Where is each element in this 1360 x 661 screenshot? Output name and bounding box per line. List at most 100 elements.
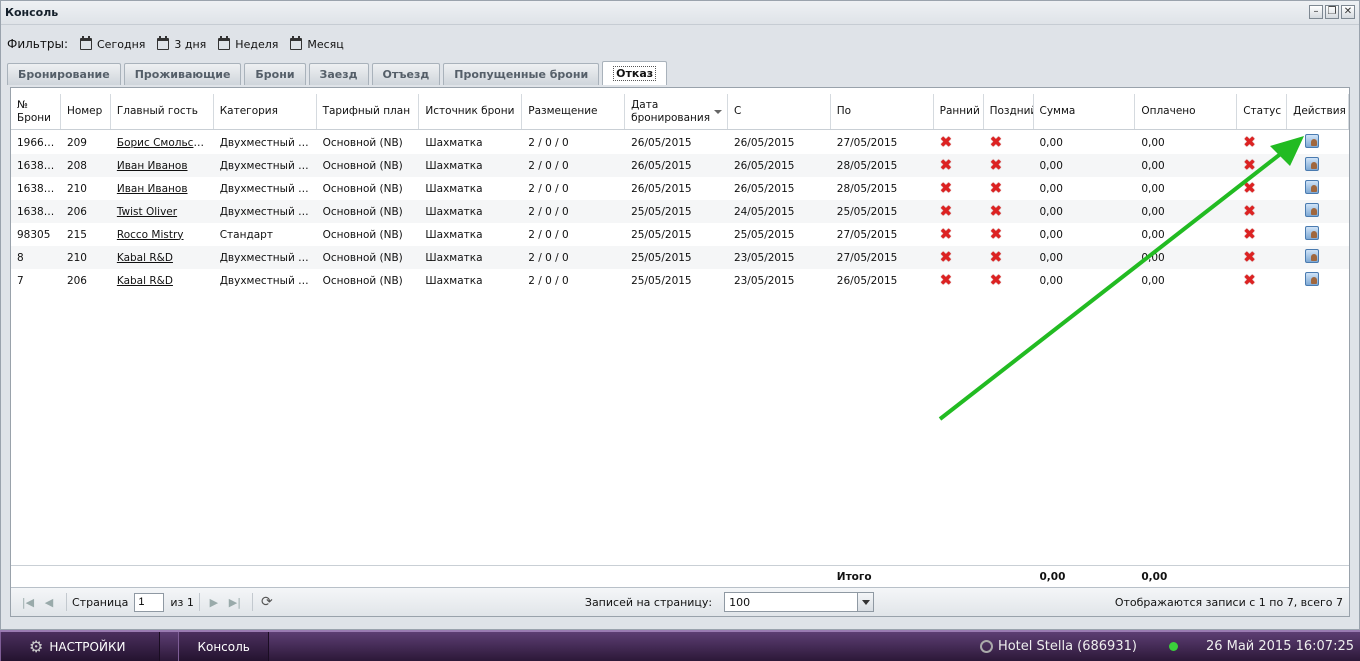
column-header[interactable]: Сумма — [1034, 94, 1136, 129]
per-page-select[interactable]: 100 — [724, 592, 875, 612]
table-row[interactable]: 196609 209 Борис Смольский Двухместный н...… — [11, 131, 1349, 154]
cell-guest: Kabal R&D — [111, 252, 214, 264]
column-header[interactable]: Дата бронирования — [625, 94, 728, 129]
column-header[interactable]: Размещение — [522, 94, 626, 129]
cell-category: Двухместный н... — [219, 182, 316, 195]
column-header[interactable]: Действия — [1287, 94, 1350, 129]
first-page-icon[interactable]: |◀ — [19, 593, 37, 611]
cell-room: 210 — [66, 182, 87, 195]
cell-placement: 2 / 0 / 0 — [528, 136, 569, 149]
settings-button[interactable]: ⚙ НАСТРОЙКИ — [0, 632, 161, 661]
cell-early: ✖ — [934, 250, 984, 265]
cell-booked: 25/05/2015 — [631, 205, 692, 218]
cell-id: 7 — [17, 274, 24, 287]
last-page-icon[interactable]: ▶| — [226, 593, 244, 611]
cell-to: 27/05/2015 — [836, 251, 898, 264]
guest-link[interactable]: Rocco Mistry — [117, 229, 184, 241]
cell-id: 98305 — [17, 228, 51, 241]
column-header[interactable]: Источник брони — [419, 94, 523, 129]
minimize-icon[interactable]: – — [1309, 5, 1323, 19]
records-summary: Отображаются записи с 1 по 7, всего 7 — [1114, 595, 1343, 609]
column-header[interactable]: Оплачено — [1135, 94, 1238, 129]
cell-booked: 25/05/2015 — [631, 251, 692, 264]
tab-checkout[interactable]: Отъезд — [371, 63, 441, 85]
table-row[interactable]: 163840 206 Twist Oliver Двухместный н... Осн… — [11, 200, 1349, 223]
filter-3days[interactable]: 3 дня — [157, 36, 206, 51]
table-row[interactable]: 163844 210 Иван Иванов Двухместный н... Осно… — [11, 177, 1349, 200]
column-header[interactable]: Ранний з — [934, 94, 984, 129]
taskbar-status: Hotel Stella (686931) 26 Май 2015 16:07:… — [979, 632, 1354, 661]
column-header[interactable]: Главный гость — [111, 94, 214, 129]
column-header[interactable]: Поздний — [984, 94, 1034, 129]
column-header[interactable]: № Брони — [11, 94, 61, 129]
table-row[interactable]: 163845 208 Иван Иванов Двухместный н... Осно… — [11, 154, 1349, 177]
column-header[interactable]: Тарифный план — [317, 94, 420, 129]
action-edit-icon[interactable] — [1305, 226, 1320, 240]
cancel-x-icon: ✖ — [1243, 135, 1256, 150]
guest-link[interactable]: Иван Иванов — [117, 183, 188, 195]
cell-room: 209 — [66, 136, 87, 149]
cell-booked: 26/05/2015 — [631, 182, 692, 195]
guest-link[interactable]: Twist Oliver — [117, 206, 177, 218]
column-header[interactable]: По — [831, 94, 934, 129]
cell-sum: 0,00 — [1039, 136, 1063, 149]
tab-bar: Бронирование Проживающие Брони Заезд Отъ… — [7, 61, 668, 85]
table-row[interactable]: 7 206 Kabal R&D Двухместный н... Основной (N… — [11, 269, 1349, 292]
maximize-icon[interactable]: ❐ — [1325, 5, 1339, 19]
column-header[interactable]: Статус — [1237, 94, 1288, 129]
tab-reservations[interactable]: Брони — [244, 63, 306, 85]
filter-month[interactable]: Месяц — [290, 36, 344, 51]
table-row[interactable]: 8 210 Kabal R&D Двухместный н... Основной (N… — [11, 246, 1349, 269]
action-edit-icon[interactable] — [1305, 180, 1320, 194]
tab-checkin[interactable]: Заезд — [308, 63, 369, 85]
per-page-label: Записей на страницу: — [584, 595, 713, 609]
action-edit-icon[interactable] — [1305, 249, 1320, 263]
chevron-down-icon[interactable] — [857, 593, 874, 611]
guest-link[interactable]: Kabal R&D — [117, 275, 173, 287]
guest-link[interactable]: Борис Смольский — [117, 137, 214, 149]
close-icon[interactable]: ✕ — [1341, 5, 1355, 19]
cell-category: Двухместный н... — [219, 274, 316, 287]
cell-to: 28/05/2015 — [836, 182, 898, 195]
cell-placement: 2 / 0 / 0 — [528, 205, 569, 218]
page-input[interactable] — [134, 592, 165, 612]
cell-guest: Twist Oliver — [111, 206, 214, 218]
column-header[interactable]: С — [728, 94, 831, 129]
action-edit-icon[interactable] — [1305, 272, 1320, 286]
cell-plan: Основной (NB) — [322, 228, 403, 241]
gear-icon: ⚙ — [29, 637, 44, 656]
tab-refusal[interactable]: Отказ — [602, 61, 668, 85]
cell-actions — [1287, 272, 1349, 289]
action-edit-icon[interactable] — [1305, 157, 1320, 171]
filter-label: Фильтры: — [7, 37, 68, 51]
cell-status: ✖ — [1237, 250, 1287, 265]
next-page-icon[interactable]: ▶ — [205, 593, 223, 611]
tab-staying[interactable]: Проживающие — [123, 63, 242, 85]
guest-link[interactable]: Kabal R&D — [117, 252, 173, 264]
cancel-x-icon: ✖ — [989, 273, 1003, 288]
cell-status: ✖ — [1237, 273, 1287, 288]
cell-category: Двухместный н... — [219, 159, 316, 172]
action-edit-icon[interactable] — [1305, 134, 1320, 148]
prev-page-icon[interactable]: ◀ — [40, 593, 58, 611]
cell-actions — [1287, 157, 1349, 174]
console-taskbar-button[interactable]: Консоль — [178, 632, 269, 661]
cell-early: ✖ — [934, 227, 984, 242]
column-header[interactable]: Номер — [61, 94, 111, 129]
cell-placement: 2 / 0 / 0 — [528, 182, 569, 195]
filter-week[interactable]: Неделя — [218, 36, 278, 51]
cell-to: 27/05/2015 — [836, 136, 898, 149]
guest-link[interactable]: Иван Иванов — [117, 160, 188, 172]
column-header[interactable]: Категория — [214, 94, 317, 129]
filter-today[interactable]: Сегодня — [80, 36, 145, 51]
tab-booking[interactable]: Бронирование — [7, 63, 121, 85]
cancel-x-icon: ✖ — [1243, 158, 1256, 173]
calendar-icon — [157, 36, 170, 50]
tab-missed[interactable]: Пропущенные брони — [443, 63, 600, 85]
cell-from: 26/05/2015 — [733, 182, 795, 195]
console-window: Консоль – ❐ ✕ Фильтры: Сегодня 3 дня Нед… — [0, 0, 1360, 630]
cell-plan: Основной (NB) — [322, 159, 403, 172]
action-edit-icon[interactable] — [1305, 203, 1320, 217]
table-row[interactable]: 98305 215 Rocco Mistry Стандарт Основной (NB… — [11, 223, 1349, 246]
refresh-icon[interactable]: ⟳ — [258, 593, 276, 611]
